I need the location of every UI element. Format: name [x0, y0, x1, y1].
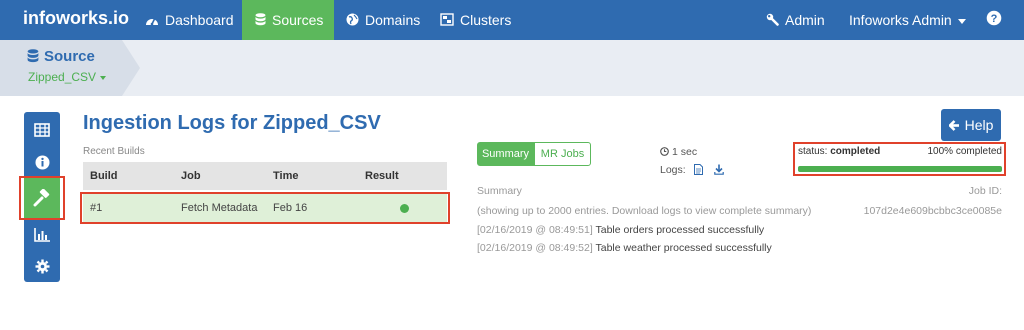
rail-info-button[interactable] [24, 146, 60, 178]
bar-chart-icon [33, 227, 50, 242]
log-timestamp: [02/16/2019 @ 08:49:52] [477, 242, 593, 254]
nav-admin[interactable]: Admin [766, 0, 825, 40]
clock-icon [660, 147, 669, 159]
dashboard-icon [145, 1, 159, 41]
chevron-down-icon [100, 75, 107, 80]
help-nav-button[interactable]: ? [986, 0, 1002, 40]
chevron-down-icon [957, 18, 966, 24]
log-timestamp: [02/16/2019 @ 08:49:51] [477, 224, 593, 236]
page-title: Ingestion Logs for Zipped_CSV [83, 112, 381, 134]
source-title: Source [27, 48, 95, 67]
source-selector[interactable]: Zipped_CSV [28, 70, 107, 84]
nav-clusters[interactable]: Clusters [430, 0, 522, 40]
rail-settings-button[interactable] [24, 250, 60, 282]
logs-label: Logs: [660, 164, 686, 176]
log-message: Table weather processed successfully [595, 242, 772, 254]
download-icon[interactable] [713, 164, 724, 178]
nav-domains[interactable]: Domains [334, 0, 430, 40]
builds-table-header: Build Job Time Result [83, 162, 447, 190]
source-header-bar [0, 40, 1024, 96]
summary-label: Summary [477, 185, 522, 197]
highlight-box-row [80, 192, 450, 224]
info-icon [35, 155, 49, 169]
log-message: Table orders processed successfully [595, 224, 765, 236]
col-time: Time [273, 170, 299, 182]
log-line: [02/16/2019 @ 08:49:52] Table weather pr… [477, 242, 772, 254]
summary-note: (showing up to 2000 entries. Download lo… [477, 205, 812, 217]
nav-dashboard[interactable]: Dashboard [134, 0, 242, 40]
highlight-box-rail [19, 176, 65, 220]
user-menu[interactable]: Infoworks Admin [849, 0, 966, 40]
brand-logo[interactable]: infoworks.io [23, 8, 129, 29]
database-icon [255, 1, 266, 41]
tab-mr-jobs[interactable]: MR Jobs [534, 142, 591, 166]
globe-icon [346, 1, 359, 41]
nav-sources[interactable]: Sources [242, 0, 334, 40]
logs-row: Logs: [660, 164, 724, 178]
duration: 1 sec [660, 146, 697, 159]
svg-text:?: ? [991, 13, 998, 25]
highlight-box-status [793, 142, 1006, 176]
col-result: Result [365, 170, 399, 182]
nav-clusters-label: Clusters [460, 12, 512, 28]
wrench-icon [766, 1, 779, 41]
gear-icon [35, 259, 49, 273]
arrow-left-icon [947, 110, 960, 142]
help-label: Help [964, 117, 994, 133]
nav-domains-label: Domains [365, 12, 421, 28]
table-icon [34, 123, 50, 137]
help-button[interactable]: Help [941, 109, 1001, 141]
rail-chart-button[interactable] [24, 218, 60, 250]
nav-admin-label: Admin [785, 12, 825, 28]
duration-value: 1 sec [672, 146, 698, 158]
job-id-value: 107d2e4e609bcbbc3ce0085e [863, 205, 1002, 217]
log-line: [02/16/2019 @ 08:49:51] Table orders pro… [477, 224, 764, 236]
source-name: Zipped_CSV [28, 70, 97, 84]
user-menu-label: Infoworks Admin [849, 12, 952, 28]
col-build: Build [90, 170, 118, 182]
question-circle-icon: ? [986, 1, 1002, 41]
view-log-file-icon[interactable] [693, 164, 703, 178]
clusters-icon [440, 1, 454, 41]
database-icon [27, 49, 39, 67]
recent-builds-label: Recent Builds [83, 146, 145, 157]
nav-sources-label: Sources [272, 12, 324, 28]
rail-table-button[interactable] [24, 114, 60, 146]
tab-summary[interactable]: Summary [477, 142, 534, 166]
job-id-label: Job ID: [968, 185, 1002, 197]
col-job: Job [181, 170, 201, 182]
top-navbar: infoworks.io Dashboard Sources Domains C… [0, 0, 1024, 40]
nav-dashboard-label: Dashboard [165, 12, 234, 28]
source-title-label: Source [44, 48, 95, 65]
